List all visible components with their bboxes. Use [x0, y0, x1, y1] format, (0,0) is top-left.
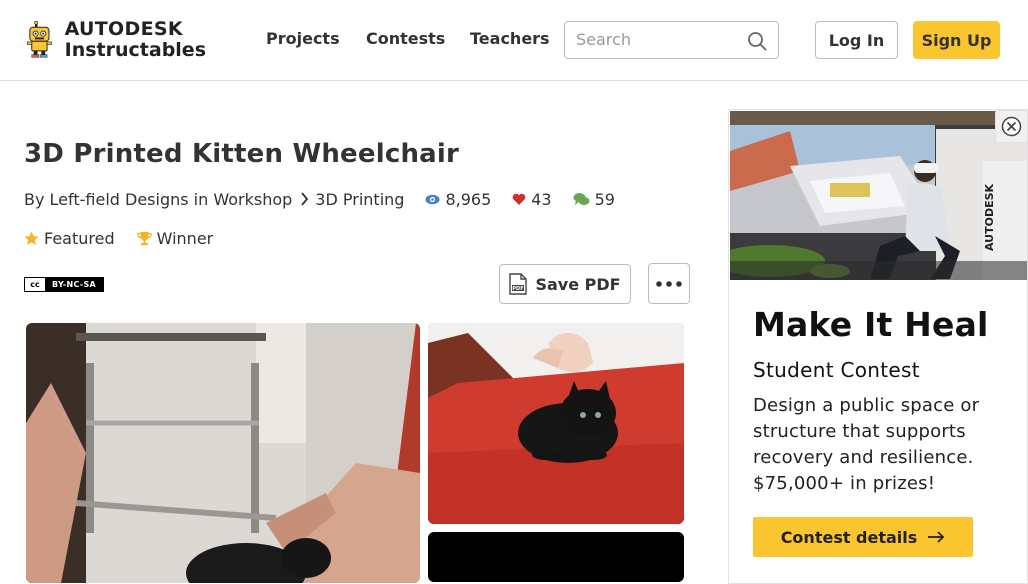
more-icon	[656, 280, 682, 287]
signup-button[interactable]: Sign Up	[913, 21, 1000, 59]
contest-ad[interactable]: AUTODESK Make It Heal Student Contest De…	[728, 109, 1028, 584]
chevron-right-icon	[301, 192, 309, 206]
comment-icon	[573, 192, 590, 205]
contest-details-button[interactable]: Contest details	[753, 517, 973, 557]
contest-details-label: Contest details	[780, 527, 918, 547]
project-photo-main[interactable]	[26, 323, 420, 583]
article-meta: By Left-field Designs in Workshop 3D Pri…	[24, 189, 615, 209]
search-input[interactable]	[576, 30, 741, 49]
ad-subheadline: Student Contest	[753, 358, 920, 382]
heart-icon	[512, 193, 526, 205]
svg-text:PDF: PDF	[513, 286, 524, 292]
ad-close-button[interactable]	[995, 110, 1028, 143]
save-pdf-button[interactable]: PDF Save PDF	[499, 264, 631, 304]
ad-body-text: Design a public space or structure that …	[753, 395, 980, 494]
ad-image-brand: AUTODESK	[983, 183, 996, 251]
winner-label: Winner	[156, 229, 214, 248]
comments-stat: 59	[573, 190, 615, 209]
views-count: 8,965	[445, 189, 492, 209]
pdf-icon: PDF	[509, 273, 528, 295]
save-pdf-label: Save PDF	[535, 274, 621, 294]
login-button[interactable]: Log In	[815, 21, 898, 59]
nav-projects[interactable]: Projects	[266, 29, 340, 48]
cc-icon: cc	[25, 280, 45, 289]
close-icon	[1001, 116, 1022, 137]
search-icon[interactable]	[747, 31, 767, 51]
featured-label: Featured	[44, 229, 115, 248]
featured-badge: Featured	[24, 229, 115, 248]
star-icon	[24, 231, 39, 245]
brand-wordmark: AUTODESK Instructables	[65, 20, 206, 60]
article-title: 3D Printed Kitten Wheelchair	[24, 139, 460, 169]
arrow-right-icon	[928, 531, 945, 543]
brand-line-autodesk: AUTODESK	[64, 18, 183, 40]
ad-headline: Make It Heal	[753, 305, 989, 344]
project-photo-video[interactable]	[428, 532, 684, 582]
comments-count: 59	[594, 189, 615, 209]
site-logo[interactable]: AUTODESK Instructables	[26, 11, 206, 69]
ad-image: AUTODESK	[730, 111, 1027, 280]
kitten-wheelchair-photo	[26, 323, 420, 583]
project-photo-kitten[interactable]	[428, 323, 684, 524]
author-link[interactable]: By Left-field Designs in Workshop	[24, 190, 292, 209]
category-link[interactable]: 3D Printing	[315, 190, 404, 209]
robot-logo-icon	[26, 20, 52, 58]
kitten-photo	[428, 323, 684, 524]
favorites-count: 43	[531, 189, 552, 209]
views-stat: 8,965	[425, 190, 491, 209]
nav-contests[interactable]: Contests	[366, 29, 445, 48]
winner-badge: Winner	[136, 229, 214, 248]
vr-presentation-photo: AUTODESK	[730, 111, 1027, 280]
trophy-icon	[136, 232, 152, 246]
site-header: AUTODESK Instructables Projects Contests…	[0, 0, 1028, 81]
license-label: BY-NC-SA	[45, 278, 103, 291]
eye-icon	[425, 194, 440, 204]
search-box[interactable]	[564, 21, 779, 59]
favorites-stat: 43	[512, 189, 552, 209]
more-options-button[interactable]	[648, 263, 690, 304]
brand-line-instructables: Instructables	[64, 39, 206, 61]
nav-teachers[interactable]: Teachers	[470, 29, 550, 48]
license-badge[interactable]: cc BY-NC-SA	[24, 277, 104, 292]
article-badges: Featured Winner	[24, 229, 235, 248]
